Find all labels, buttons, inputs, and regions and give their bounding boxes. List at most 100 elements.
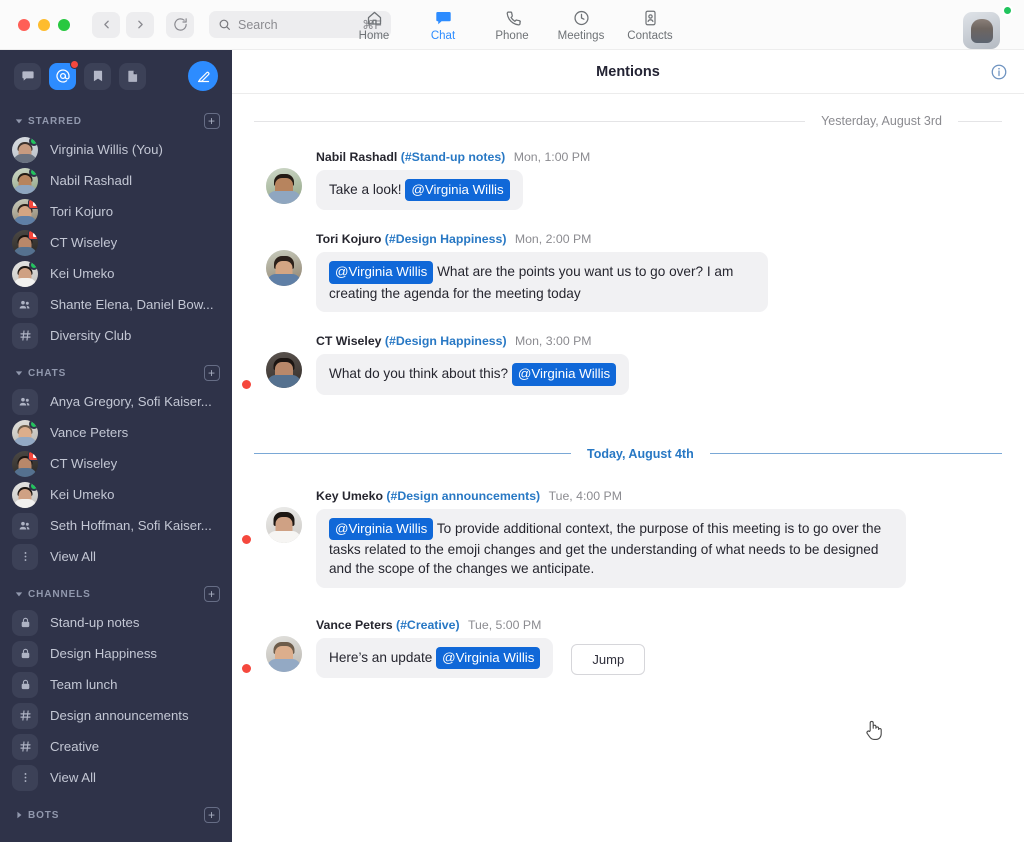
avatar <box>12 261 38 287</box>
sidebar-item-kei-umeko-chat[interactable]: Kei Umeko <box>0 479 232 510</box>
navigation-buttons <box>92 12 154 38</box>
sidebar-item-design-announcements[interactable]: Design announcements <box>0 700 232 731</box>
section-header-channels[interactable]: CHANNELS + <box>0 581 232 607</box>
mention-chip[interactable]: @Virginia Willis <box>329 261 433 283</box>
message-list[interactable]: Yesterday, August 3rd Nabil Rashadl (#St… <box>232 94 1024 842</box>
mouse-cursor <box>864 718 884 742</box>
hash-icon <box>12 323 38 349</box>
date-divider-label: Today, August 4th <box>571 447 710 461</box>
sidebar-item-nabil-rashadl[interactable]: Nabil Rashadl <box>0 165 232 196</box>
tab-contacts[interactable]: Contacts <box>616 2 685 42</box>
presence-indicator <box>29 137 38 146</box>
message-bubble[interactable]: Here’s an update @Virginia Willis <box>316 638 553 678</box>
section-title: CHANNELS <box>28 589 91 600</box>
tab-meetings-label: Meetings <box>558 30 605 42</box>
history-clock-icon[interactable] <box>166 12 194 38</box>
sidebar-item-seth-hoffman-group[interactable]: Seth Hoffman, Sofi Kaiser... <box>0 510 232 541</box>
account-avatar-button[interactable] <box>972 6 1012 46</box>
sidebar-item-ct-wiseley-chat[interactable]: CT Wiseley <box>0 448 232 479</box>
sidebar-item-shante-elena-group[interactable]: Shante Elena, Daniel Bow... <box>0 289 232 320</box>
message-row[interactable]: CT Wiseley (#Design Happiness) Mon, 3:00… <box>232 334 1024 394</box>
message-row[interactable]: Key Umeko (#Design announcements) Tue, 4… <box>232 489 1024 589</box>
message-author: Vance Peters <box>316 618 393 632</box>
forward-arrow-icon[interactable] <box>126 12 154 38</box>
mention-chip[interactable]: @Virginia Willis <box>405 179 509 201</box>
sidebar-icon-mentions[interactable] <box>49 63 76 90</box>
message-channel[interactable]: (#Design announcements) <box>386 489 540 503</box>
message-row[interactable]: Nabil Rashadl (#Stand-up notes) Mon, 1:0… <box>232 150 1024 210</box>
sidebar-item-anya-gregory-group[interactable]: Anya Gregory, Sofi Kaiser... <box>0 386 232 417</box>
sidebar-item-label: Design Happiness <box>50 646 157 661</box>
jump-button[interactable]: Jump <box>571 644 645 675</box>
zoom-chat-window: Search ⌘F Home Chat Phone Meetings <box>0 0 1024 842</box>
tab-chat[interactable]: Chat <box>409 2 478 42</box>
info-circle-icon[interactable] <box>990 63 1008 81</box>
message-channel[interactable]: (#Design Happiness) <box>385 334 507 348</box>
mention-chip[interactable]: @Virginia Willis <box>436 647 540 669</box>
message-time: Tue, 5:00 PM <box>468 618 541 632</box>
message-channel[interactable]: (#Stand-up notes) <box>401 150 506 164</box>
sidebar-item-kei-umeko[interactable]: Kei Umeko <box>0 258 232 289</box>
new-chat-button[interactable] <box>188 61 218 91</box>
message-bubble[interactable]: @Virginia Willis To provide additional c… <box>316 509 906 589</box>
mention-chip[interactable]: @Virginia Willis <box>329 518 433 540</box>
group-icon <box>12 389 38 415</box>
sidebar-item-ct-wiseley[interactable]: CT Wiseley <box>0 227 232 258</box>
add-chat-button[interactable]: + <box>204 365 220 381</box>
sidebar-icon-starred[interactable] <box>84 63 111 90</box>
sidebar-item-label: Stand-up notes <box>50 615 139 630</box>
sidebar-item-virginia-willis[interactable]: Virginia Willis (You) <box>0 134 232 165</box>
mentions-unread-badge <box>70 60 79 69</box>
message-bubble[interactable]: @Virginia Willis What are the points you… <box>316 252 768 312</box>
section-header-starred[interactable]: STARRED + <box>0 108 232 134</box>
tab-phone[interactable]: Phone <box>478 2 547 42</box>
avatar <box>266 636 302 672</box>
message-channel[interactable]: (#Design Happiness) <box>385 232 507 246</box>
chevron-down-icon <box>12 117 26 125</box>
sidebar-item-label: Nabil Rashadl <box>50 173 132 188</box>
message-channel[interactable]: (#Creative) <box>396 618 460 632</box>
message-time: Tue, 4:00 PM <box>549 489 622 503</box>
avatar <box>12 482 38 508</box>
add-starred-button[interactable]: + <box>204 113 220 129</box>
tab-phone-label: Phone <box>495 30 528 42</box>
sidebar-item-tori-kojuro[interactable]: Tori Kojuro <box>0 196 232 227</box>
message-bubble[interactable]: What do you think about this? @Virginia … <box>316 354 629 394</box>
sidebar-sections[interactable]: STARRED + Virginia Willis (You) <box>0 102 232 842</box>
message-bubble[interactable]: Take a look! @Virginia Willis <box>316 170 523 210</box>
sidebar-item-creative[interactable]: Creative <box>0 731 232 762</box>
sidebar-item-channels-view-all[interactable]: View All <box>0 762 232 793</box>
tab-chat-label: Chat <box>431 30 455 42</box>
search-input[interactable]: Search <box>238 18 355 32</box>
top-tab-bar: Home Chat Phone Meetings Contacts <box>340 2 685 42</box>
sidebar-item-team-lunch[interactable]: Team lunch <box>0 669 232 700</box>
section-header-bots[interactable]: BOTS + <box>0 802 232 828</box>
maximize-window-button[interactable] <box>58 19 70 31</box>
sidebar-item-chats-view-all[interactable]: View All <box>0 541 232 572</box>
sidebar-item-diversity-club[interactable]: Diversity Club <box>0 320 232 351</box>
sidebar-icon-drafts[interactable] <box>119 63 146 90</box>
in-meeting-indicator <box>28 199 38 209</box>
sidebar-item-design-happiness[interactable]: Design Happiness <box>0 638 232 669</box>
sidebar-icon-all-chats[interactable] <box>14 63 41 90</box>
add-bot-button[interactable]: + <box>204 807 220 823</box>
sidebar-item-vance-peters[interactable]: Vance Peters <box>0 417 232 448</box>
message-row[interactable]: Tori Kojuro (#Design Happiness) Mon, 2:0… <box>232 232 1024 312</box>
back-arrow-icon[interactable] <box>92 12 120 38</box>
divider-line <box>254 453 571 454</box>
lock-icon <box>12 672 38 698</box>
unread-indicator <box>242 664 251 673</box>
add-channel-button[interactable]: + <box>204 586 220 602</box>
window-controls[interactable] <box>0 19 70 31</box>
sidebar-item-stand-up-notes[interactable]: Stand-up notes <box>0 607 232 638</box>
sidebar-item-label: Vance Peters <box>50 425 128 440</box>
minimize-window-button[interactable] <box>38 19 50 31</box>
tab-home[interactable]: Home <box>340 2 409 42</box>
message-row[interactable]: Vance Peters (#Creative) Tue, 5:00 PM He… <box>232 618 1024 678</box>
section-header-chats[interactable]: CHATS + <box>0 360 232 386</box>
tab-meetings[interactable]: Meetings <box>547 2 616 42</box>
close-window-button[interactable] <box>18 19 30 31</box>
tab-home-label: Home <box>359 30 390 42</box>
mention-chip[interactable]: @Virginia Willis <box>512 363 616 385</box>
main-header: Mentions <box>232 50 1024 94</box>
